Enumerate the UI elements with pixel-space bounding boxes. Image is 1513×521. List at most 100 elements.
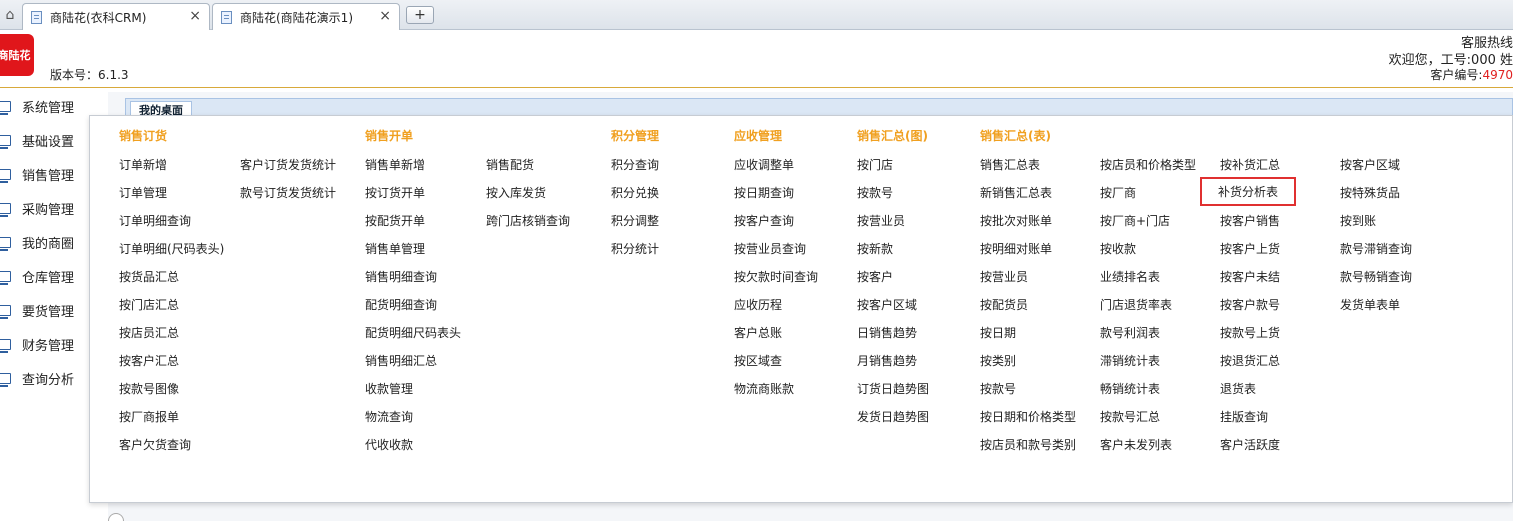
menu-item[interactable]: 按营业员 <box>980 268 1028 285</box>
menu-item[interactable]: 业绩排名表 <box>1100 268 1160 285</box>
menu-item[interactable]: 订单新增 <box>119 156 167 173</box>
sidebar-item-requisition[interactable]: 要货管理 <box>0 296 74 324</box>
menu-item[interactable]: 新销售汇总表 <box>980 184 1052 201</box>
tab-crm[interactable]: 商陆花(衣科CRM) × <box>22 3 210 30</box>
sidebar-item-sales[interactable]: 销售管理 <box>0 160 74 188</box>
menu-item[interactable]: 按门店汇总 <box>119 296 179 313</box>
tab-demo[interactable]: 商陆花(商陆花演示1) × <box>212 3 400 30</box>
menu-item[interactable]: 按款号汇总 <box>1100 408 1160 425</box>
menu-item[interactable]: 按店员汇总 <box>119 324 179 341</box>
menu-item[interactable]: 按厂商报单 <box>119 408 179 425</box>
menu-item[interactable]: 日销售趋势 <box>857 324 917 341</box>
menu-item[interactable]: 积分兑换 <box>611 184 659 201</box>
menu-item[interactable]: 款号畅销查询 <box>1340 268 1412 285</box>
menu-item[interactable]: 收款管理 <box>365 380 413 397</box>
menu-item[interactable]: 按店员和价格类型 <box>1100 156 1196 173</box>
menu-item[interactable]: 按补货汇总 <box>1220 156 1280 173</box>
menu-item[interactable]: 积分统计 <box>611 240 659 257</box>
menu-item[interactable]: 订单管理 <box>119 184 167 201</box>
menu-item[interactable]: 发货日趋势图 <box>857 408 929 425</box>
menu-item[interactable]: 按厂商 <box>1100 184 1136 201</box>
menu-item[interactable]: 销售明细查询 <box>365 268 437 285</box>
menu-item[interactable]: 按明细对账单 <box>980 240 1052 257</box>
home-icon[interactable]: ⌂ <box>0 4 20 26</box>
menu-item[interactable]: 销售单新增 <box>365 156 425 173</box>
menu-item[interactable]: 按营业员 <box>857 212 905 229</box>
menu-item[interactable]: 按营业员查询 <box>734 240 806 257</box>
menu-item[interactable]: 按退货汇总 <box>1220 352 1280 369</box>
menu-item[interactable]: 配货明细尺码表头 <box>365 324 461 341</box>
menu-item[interactable]: 款号订货发货统计 <box>240 184 336 201</box>
menu-item[interactable]: 应收历程 <box>734 296 782 313</box>
menu-item[interactable]: 订单明细(尺码表头) <box>119 240 224 257</box>
menu-item[interactable]: 订货日趋势图 <box>857 380 929 397</box>
menu-item[interactable]: 按店员和款号类别 <box>980 436 1076 453</box>
close-icon[interactable]: × <box>379 8 391 24</box>
menu-item[interactable]: 按配货开单 <box>365 212 425 229</box>
menu-item[interactable]: 按客户未结 <box>1220 268 1280 285</box>
menu-item[interactable]: 客户总账 <box>734 324 782 341</box>
sidebar-item-query[interactable]: 查询分析 <box>0 364 74 392</box>
menu-item[interactable]: 按日期 <box>980 324 1016 341</box>
menu-item[interactable]: 按收款 <box>1100 240 1136 257</box>
menu-item[interactable]: 按新款 <box>857 240 893 257</box>
menu-item[interactable]: 按客户区域 <box>857 296 917 313</box>
sidebar-item-business-circle[interactable]: 我的商圈 <box>0 228 74 256</box>
menu-item[interactable]: 销售明细汇总 <box>365 352 437 369</box>
menu-item[interactable]: 按客户 <box>857 268 893 285</box>
menu-item[interactable]: 按客户查询 <box>734 212 794 229</box>
menu-item[interactable]: 按款号上货 <box>1220 324 1280 341</box>
menu-item[interactable]: 按款号 <box>857 184 893 201</box>
menu-item[interactable]: 配货明细查询 <box>365 296 437 313</box>
menu-item[interactable]: 按区域查 <box>734 352 782 369</box>
sidebar-item-warehouse[interactable]: 仓库管理 <box>0 262 74 290</box>
menu-item[interactable]: 按客户区域 <box>1340 156 1400 173</box>
menu-item[interactable]: 挂版查询 <box>1220 408 1268 425</box>
sidebar-item-finance[interactable]: 财务管理 <box>0 330 74 358</box>
sidebar-item-purchase[interactable]: 采购管理 <box>0 194 74 222</box>
menu-item-replenish-analysis[interactable]: 补货分析表 <box>1200 177 1297 206</box>
menu-item[interactable]: 按欠款时间查询 <box>734 268 818 285</box>
menu-item[interactable]: 发货单表单 <box>1340 296 1400 313</box>
menu-item[interactable]: 客户欠货查询 <box>119 436 191 453</box>
menu-item[interactable]: 按类别 <box>980 352 1016 369</box>
menu-item[interactable]: 代收收款 <box>365 436 413 453</box>
menu-item[interactable]: 滞销统计表 <box>1100 352 1160 369</box>
menu-item[interactable]: 退货表 <box>1220 380 1256 397</box>
menu-item[interactable]: 按入库发货 <box>486 184 546 201</box>
menu-item[interactable]: 按订货开单 <box>365 184 425 201</box>
menu-item[interactable]: 按配货员 <box>980 296 1028 313</box>
menu-item[interactable]: 跨门店核销查询 <box>486 212 570 229</box>
menu-item[interactable]: 按客户上货 <box>1220 240 1280 257</box>
menu-item[interactable]: 按特殊货品 <box>1340 184 1400 201</box>
menu-item[interactable]: 积分查询 <box>611 156 659 173</box>
menu-item[interactable]: 按门店 <box>857 156 893 173</box>
new-tab-button[interactable]: + <box>406 6 434 24</box>
menu-item[interactable]: 按日期查询 <box>734 184 794 201</box>
menu-item[interactable]: 按客户款号 <box>1220 296 1280 313</box>
sidebar-item-system[interactable]: 系统管理 <box>0 92 74 120</box>
menu-item[interactable]: 按日期和价格类型 <box>980 408 1076 425</box>
menu-item[interactable]: 按客户销售 <box>1220 212 1280 229</box>
menu-item[interactable]: 按厂商+门店 <box>1100 212 1170 229</box>
menu-item[interactable]: 销售单管理 <box>365 240 425 257</box>
menu-item[interactable]: 销售汇总表 <box>980 156 1040 173</box>
menu-item[interactable]: 按款号图像 <box>119 380 179 397</box>
menu-item[interactable]: 应收调整单 <box>734 156 794 173</box>
menu-item[interactable]: 门店退货率表 <box>1100 296 1172 313</box>
menu-item[interactable]: 客户活跃度 <box>1220 436 1280 453</box>
menu-item[interactable]: 积分调整 <box>611 212 659 229</box>
menu-item[interactable]: 销售配货 <box>486 156 534 173</box>
menu-item[interactable]: 按货品汇总 <box>119 268 179 285</box>
menu-item[interactable]: 按到账 <box>1340 212 1376 229</box>
sidebar-item-basic-settings[interactable]: 基础设置 <box>0 126 74 154</box>
menu-item[interactable]: 款号滞销查询 <box>1340 240 1412 257</box>
close-icon[interactable]: × <box>189 8 201 24</box>
menu-item[interactable]: 畅销统计表 <box>1100 380 1160 397</box>
menu-item[interactable]: 客户未发列表 <box>1100 436 1172 453</box>
menu-item[interactable]: 款号利润表 <box>1100 324 1160 341</box>
menu-item[interactable]: 按批次对账单 <box>980 212 1052 229</box>
menu-item[interactable]: 订单明细查询 <box>119 212 191 229</box>
menu-item[interactable]: 按客户汇总 <box>119 352 179 369</box>
menu-item[interactable]: 按款号 <box>980 380 1016 397</box>
